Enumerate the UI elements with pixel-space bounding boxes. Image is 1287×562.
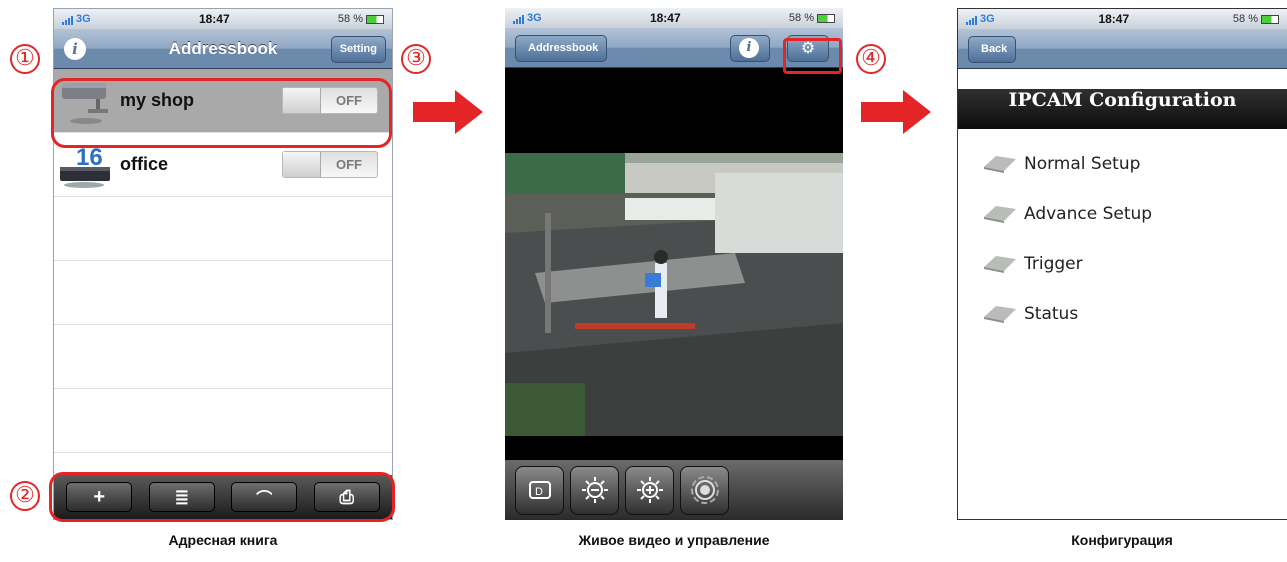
signal-icon <box>513 14 524 24</box>
callout-1: ① <box>10 44 40 74</box>
setting-button[interactable]: Setting <box>330 36 386 63</box>
toggle-switch[interactable]: OFF <box>282 151 378 178</box>
speaker-icon <box>690 476 719 504</box>
svg-text:D: D <box>535 486 543 498</box>
brightness-down-button[interactable] <box>570 465 619 515</box>
callout-3: ③ <box>401 44 431 74</box>
menu-item-trigger[interactable]: Trigger <box>958 239 1287 289</box>
battery-percent: 58 % <box>337 13 363 25</box>
clock: 18:47 <box>1098 12 1130 26</box>
brightness-down-icon <box>581 477 608 503</box>
configuration-screen: 3G 18:47 58 % Back IPCAM Configuration N… <box>957 8 1287 520</box>
status-bar: 3G 18:47 58 % <box>958 9 1287 29</box>
battery-percent: 58 % <box>1232 13 1258 25</box>
arrow-right-icon <box>861 90 931 134</box>
dvr-mode-icon: D <box>528 481 551 499</box>
menu-item-label: Status <box>1024 304 1079 324</box>
carrier-label: 3G <box>76 13 91 25</box>
arrow-right-icon <box>413 90 483 134</box>
brightness-up-button[interactable] <box>625 465 674 515</box>
menu-item-status[interactable]: Status <box>958 289 1287 339</box>
clock: 18:47 <box>198 12 230 26</box>
config-header: IPCAM Configuration <box>958 89 1287 129</box>
dvr-mode-button[interactable]: D <box>515 465 564 515</box>
folder-icon <box>984 256 1016 273</box>
signal-icon <box>62 15 73 25</box>
navbar: Back <box>958 29 1287 69</box>
carrier-label: 3G <box>527 12 542 24</box>
empty-row <box>54 325 392 389</box>
caption-live-video: Живое видео и управление <box>578 532 770 548</box>
status-bar: 3G 18:47 58 % <box>505 8 843 28</box>
back-button[interactable]: Back <box>968 36 1017 63</box>
menu-item-advance-setup[interactable]: Advance Setup <box>958 189 1287 239</box>
menu-item-label: Advance Setup <box>1024 204 1153 224</box>
menu-item-label: Trigger <box>1024 254 1083 274</box>
live-video-screen: 3G 18:47 58 % Addressbook i ⚙ D <box>505 8 843 520</box>
empty-row <box>54 197 392 261</box>
ptz-toolbar: D <box>505 460 843 520</box>
status-bar: 3G 18:47 58 % <box>54 9 392 29</box>
carrier-label: 3G <box>980 13 995 25</box>
battery-icon <box>817 13 835 23</box>
brightness-up-icon <box>636 477 663 503</box>
menu-item-normal-setup[interactable]: Normal Setup <box>958 139 1287 189</box>
empty-row <box>54 261 392 325</box>
caption-addressbook: Адресная книга <box>168 532 278 548</box>
battery-percent: 58 % <box>788 12 814 24</box>
empty-row <box>54 389 392 453</box>
folder-icon <box>984 206 1016 223</box>
list-item-label: office <box>120 154 169 174</box>
navbar: i Addressbook Setting <box>54 29 392 69</box>
highlight-frame <box>51 78 392 148</box>
signal-icon <box>966 15 977 25</box>
callout-2: ② <box>10 481 40 511</box>
folder-icon <box>984 306 1016 323</box>
highlight-frame <box>783 38 842 74</box>
toggle-label: OFF <box>336 157 362 172</box>
camera-feed-image <box>505 153 843 436</box>
back-button[interactable]: Addressbook <box>515 35 608 62</box>
live-video[interactable] <box>505 153 843 436</box>
info-icon: i <box>739 38 759 58</box>
highlight-frame <box>49 472 395 522</box>
battery-icon <box>1261 14 1279 24</box>
clock: 18:47 <box>649 11 681 25</box>
caption-configuration: Конфигурация <box>1071 532 1173 548</box>
battery-icon <box>366 14 384 24</box>
info-button[interactable]: i <box>730 35 770 62</box>
folder-icon <box>984 156 1016 173</box>
menu-item-label: Normal Setup <box>1024 154 1141 174</box>
callout-4: ④ <box>856 44 886 74</box>
audio-button[interactable] <box>680 465 729 515</box>
